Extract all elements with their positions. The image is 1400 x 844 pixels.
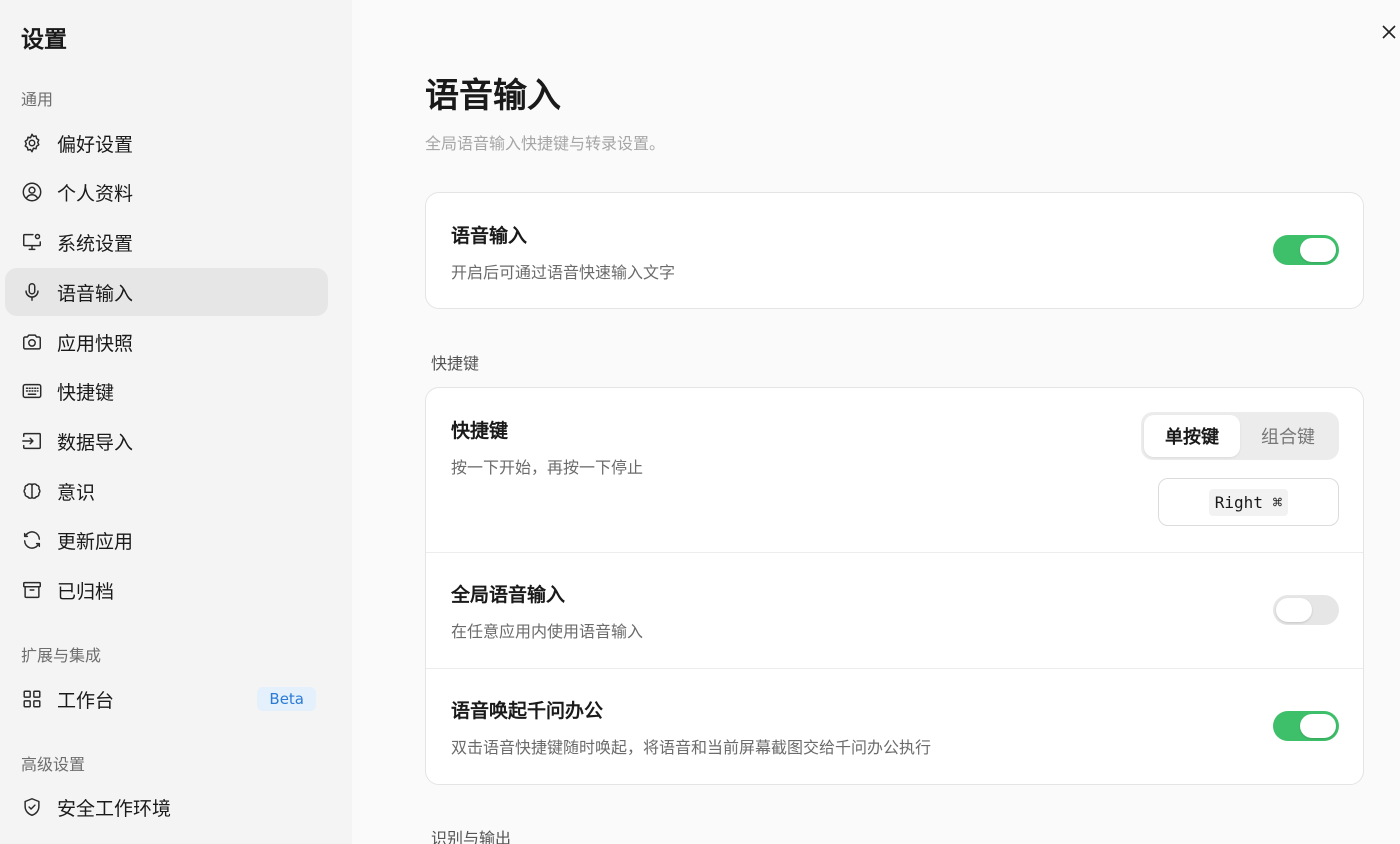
global-voice-row: 全局语音输入 在任意应用内使用语音输入 bbox=[426, 552, 1363, 668]
grid-icon bbox=[21, 688, 43, 710]
voice-input-card: 语音输入 开启后可通过语音快速输入文字 bbox=[425, 192, 1364, 309]
shortcut-keycap: Right ⌘ bbox=[1208, 488, 1289, 516]
shortcut-key-recorder[interactable]: Right ⌘ bbox=[1158, 478, 1339, 526]
row-desc: 双击语音快捷键随时唤起，将语音和当前屏幕截图交给千问办公执行 bbox=[451, 738, 932, 757]
toggle-knob bbox=[1300, 714, 1336, 738]
sidebar-item-system[interactable]: 系统设置 bbox=[5, 218, 328, 266]
main-panel: 语音输入 全局语音输入快捷键与转录设置。 语音输入 开启后可通过语音快速输入文字… bbox=[352, 0, 1400, 844]
sidebar-item-workspace[interactable]: 工作台 Beta bbox=[5, 675, 328, 723]
shortcut-mode-segment: 单按键 组合键 bbox=[1141, 412, 1339, 460]
row-desc: 按一下开始，再按一下停止 bbox=[451, 458, 644, 477]
archive-icon bbox=[21, 579, 43, 601]
sidebar-item-profile[interactable]: 个人资料 bbox=[5, 168, 328, 216]
shortcut-row: 快捷键 按一下开始，再按一下停止 单按键 组合键 Right ⌘ bbox=[426, 388, 1363, 552]
shortcut-card: 快捷键 按一下开始，再按一下停止 单按键 组合键 Right ⌘ 全局语音输入 … bbox=[425, 387, 1364, 785]
section-label-recognition: 识别与输出 bbox=[431, 829, 512, 844]
brain-icon bbox=[21, 480, 43, 502]
voice-wake-row: 语音唤起千问办公 双击语音快捷键随时唤起，将语音和当前屏幕截图交给千问办公执行 bbox=[426, 668, 1363, 783]
sidebar-item-shortcuts[interactable]: 快捷键 bbox=[5, 367, 328, 415]
user-circle-icon bbox=[21, 181, 43, 203]
row-desc: 在任意应用内使用语音输入 bbox=[451, 622, 644, 641]
sidebar-item-label: 偏好设置 bbox=[57, 133, 134, 156]
sidebar-item-label: 应用快照 bbox=[57, 332, 134, 355]
sidebar-item-label: 意识 bbox=[57, 481, 96, 504]
sidebar-item-label: 数据导入 bbox=[57, 431, 134, 454]
sidebar-item-awareness[interactable]: 意识 bbox=[5, 467, 328, 515]
voice-input-row: 语音输入 开启后可通过语音快速输入文字 bbox=[426, 193, 1363, 308]
section-label-extensions: 扩展与集成 bbox=[21, 646, 102, 665]
sidebar-item-secure-env[interactable]: 安全工作环境 bbox=[5, 783, 328, 831]
section-label-shortcuts: 快捷键 bbox=[431, 354, 480, 373]
shield-icon bbox=[21, 796, 43, 818]
sidebar-item-label: 安全工作环境 bbox=[57, 797, 172, 820]
import-icon bbox=[21, 430, 43, 452]
page-subtitle: 全局语音输入快捷键与转录设置。 bbox=[425, 134, 666, 153]
row-desc: 开启后可通过语音快速输入文字 bbox=[451, 263, 676, 282]
sidebar-item-label: 个人资料 bbox=[57, 182, 134, 205]
toggle-knob bbox=[1276, 598, 1312, 622]
sidebar-item-label: 语音输入 bbox=[57, 282, 134, 305]
monitor-gear-icon bbox=[21, 231, 43, 253]
refresh-icon bbox=[21, 529, 43, 551]
keyboard-icon bbox=[21, 380, 43, 402]
gear-icon bbox=[21, 132, 43, 154]
sidebar-item-label: 系统设置 bbox=[57, 232, 134, 255]
page-title: 语音输入 bbox=[425, 76, 561, 116]
sidebar-item-snapshot[interactable]: 应用快照 bbox=[5, 318, 328, 366]
voice-wake-toggle[interactable] bbox=[1273, 711, 1339, 741]
sidebar-title: 设置 bbox=[21, 27, 67, 53]
segment-combo-key[interactable]: 组合键 bbox=[1240, 415, 1336, 457]
sidebar-item-import[interactable]: 数据导入 bbox=[5, 417, 328, 465]
global-voice-toggle[interactable] bbox=[1273, 595, 1339, 625]
sidebar: 设置 通用 偏好设置 个人资料 系统设置 语音输入 应用快照 快捷键 数据导入 … bbox=[0, 0, 352, 844]
toggle-knob bbox=[1300, 238, 1336, 262]
camera-icon bbox=[21, 331, 43, 353]
sidebar-item-label: 已归档 bbox=[57, 580, 115, 603]
close-button[interactable] bbox=[1378, 22, 1400, 46]
sidebar-item-label: 更新应用 bbox=[57, 530, 134, 553]
row-title: 快捷键 bbox=[451, 420, 509, 442]
section-label-advanced: 高级设置 bbox=[21, 755, 86, 774]
row-title: 全局语音输入 bbox=[451, 584, 566, 606]
row-title: 语音输入 bbox=[451, 225, 528, 247]
voice-input-toggle[interactable] bbox=[1273, 235, 1339, 265]
segment-single-key[interactable]: 单按键 bbox=[1144, 415, 1240, 457]
sidebar-item-archived[interactable]: 已归档 bbox=[5, 566, 328, 614]
close-icon bbox=[1381, 24, 1397, 44]
sidebar-item-preferences[interactable]: 偏好设置 bbox=[5, 119, 328, 167]
sidebar-item-label: 快捷键 bbox=[57, 381, 115, 404]
sidebar-item-voice-input[interactable]: 语音输入 bbox=[5, 268, 328, 316]
row-title: 语音唤起千问办公 bbox=[451, 700, 604, 722]
beta-badge: Beta bbox=[257, 687, 316, 711]
sidebar-item-update[interactable]: 更新应用 bbox=[5, 516, 328, 564]
section-label-general: 通用 bbox=[21, 90, 54, 109]
microphone-icon bbox=[21, 281, 43, 303]
sidebar-item-label: 工作台 bbox=[57, 689, 115, 712]
